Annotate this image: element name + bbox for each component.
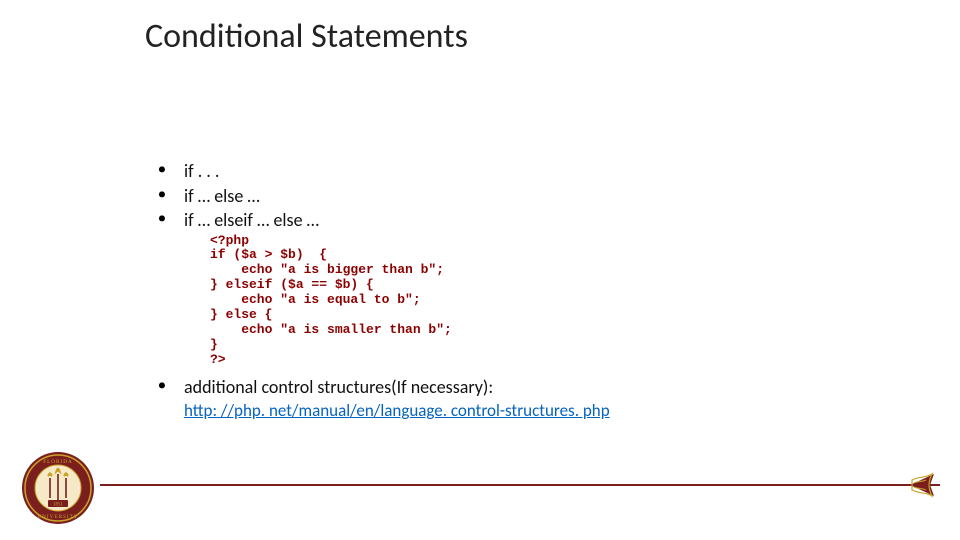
list-item-label: if … elseif … else … <box>184 209 319 231</box>
content-area: if . . . if … else … if … elseif … else … <box>158 160 878 422</box>
code-snippet: <?php if ($a > $b) { echo "a is bigger t… <box>210 234 878 368</box>
university-seal-icon: FLORIDA UNIVERSITY 1851 <box>20 450 96 526</box>
bullet-list: additional control structures(If necessa… <box>158 376 878 399</box>
divider-line <box>100 484 940 486</box>
list-item: additional control structures(If necessa… <box>158 376 878 399</box>
list-item: if … else … <box>158 185 878 208</box>
list-item-label: additional control structures(If necessa… <box>184 376 493 398</box>
divider <box>100 482 940 488</box>
spear-icon <box>872 468 942 502</box>
list-item-label: if . . . <box>184 160 219 182</box>
slide: Conditional Statements if . . . if … els… <box>0 0 960 540</box>
list-item: if … elseif … else … <box>158 209 878 232</box>
list-item-label: if … else … <box>184 185 260 207</box>
svg-text:UNIVERSITY: UNIVERSITY <box>37 514 78 520</box>
bullet-list: if . . . if … else … if … elseif … else … <box>158 160 878 232</box>
svg-text:FLORIDA: FLORIDA <box>43 459 72 465</box>
reference-link[interactable]: http: //php. net/manual/en/language. con… <box>184 400 878 421</box>
list-item: if . . . <box>158 160 878 183</box>
svg-text:1851: 1851 <box>53 503 64 508</box>
page-title: Conditional Statements <box>145 16 468 57</box>
